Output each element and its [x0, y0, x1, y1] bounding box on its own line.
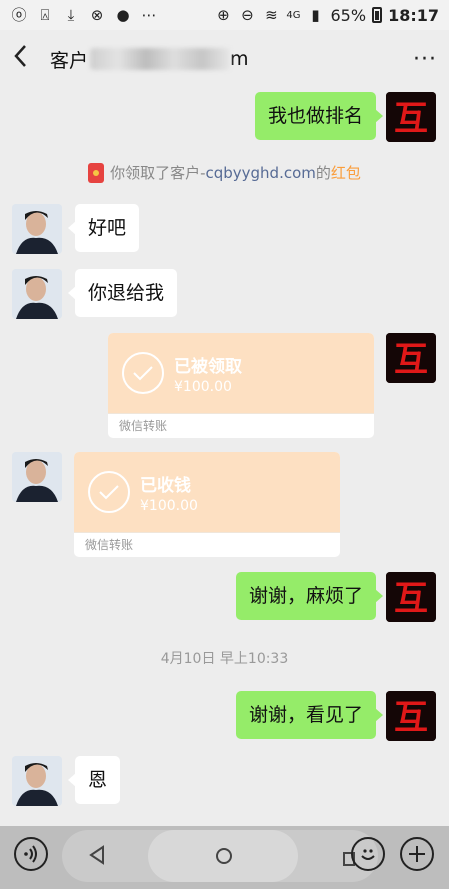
circle-home-icon [216, 848, 232, 864]
person-photo-icon [12, 452, 62, 502]
person-photo-icon [12, 756, 62, 806]
red-packet-icon [88, 162, 105, 183]
triangle-back-icon [89, 845, 104, 865]
voice-input-button[interactable] [14, 837, 48, 871]
timestamp: 4月10日 早上10:33 [160, 651, 289, 667]
contact-avatar[interactable] [12, 269, 62, 319]
self-avatar[interactable]: 互 [386, 572, 436, 622]
svg-text:互: 互 [394, 340, 428, 380]
red-packet-notice: 你领取了客户-cqbyyghd.com 的红包 [0, 162, 449, 183]
redacted-name [90, 48, 231, 70]
svg-text:互: 互 [394, 698, 428, 738]
transfer-amount: ¥100.00 [174, 378, 232, 395]
chat-title: 客户 m [50, 46, 249, 73]
transfer-amount: ¥100.00 [140, 497, 198, 514]
message-bubble-self[interactable]: 谢谢，麻烦了 [235, 572, 384, 620]
network-type: 4G [286, 9, 301, 21]
contact-avatar[interactable] [12, 452, 62, 502]
transfer-footer: 微信转账 [108, 413, 374, 438]
check-icon [122, 352, 164, 394]
nav-back-button[interactable] [88, 845, 106, 870]
self-avatar[interactable]: 互 [386, 691, 436, 741]
person-photo-icon [12, 269, 62, 319]
battery-percent: 65% [330, 5, 367, 25]
weibo-icon: ⓞ [11, 6, 27, 24]
transfer-card-collected[interactable]: 已收钱 ¥100.00 微信转账 [74, 452, 340, 557]
message-bubble-contact[interactable]: 好吧 [67, 204, 140, 252]
self-avatar-glyph: 互 [386, 691, 436, 741]
self-avatar-glyph: 互 [386, 572, 436, 622]
notification-icon: ⍓ [40, 6, 50, 24]
contact-avatar[interactable] [12, 204, 62, 254]
nav-home-button[interactable] [214, 846, 234, 871]
message-bubble-self[interactable]: 我也做排名 [254, 92, 384, 140]
dot-icon: ● [116, 6, 130, 24]
status-bar: ⓞ ⍓ ⤓ ⊗ ● ⋯ ⊕ ⊖ ≋ 4G ▮ 65% 18:17 [0, 0, 449, 30]
chat-title-suffix: m [230, 48, 249, 70]
message-bubble-contact[interactable]: 你退给我 [67, 269, 178, 317]
transfer-card-received[interactable]: 已被领取 ¥100.00 微信转账 [108, 333, 374, 438]
wifi-icon: ≋ [265, 6, 278, 24]
contact-avatar[interactable] [12, 756, 62, 806]
check-icon [88, 471, 130, 513]
notice-prefix: 你领取了客户- [110, 164, 206, 182]
overflow-icon: ⋯ [141, 6, 157, 24]
message-bubble-contact[interactable]: 恩 [67, 756, 121, 804]
smiley-icon [361, 849, 375, 860]
transfer-card-body: 已被领取 ¥100.00 [108, 333, 374, 413]
self-avatar[interactable]: 互 [386, 92, 436, 142]
input-bar [0, 826, 449, 889]
battery-icon [372, 7, 383, 23]
signal-icon: ▮ [311, 6, 320, 24]
emoji-button[interactable] [351, 837, 385, 871]
transfer-status: 已收钱 [140, 475, 191, 496]
notice-link[interactable]: cqbyyghd.com [205, 164, 315, 182]
back-button[interactable] [12, 44, 40, 75]
svg-text:互: 互 [394, 579, 428, 619]
vpn-icon: ⊗ [90, 6, 104, 24]
message-bubble-self[interactable]: 谢谢，看见了 [235, 691, 384, 739]
download-icon: ⤓ [67, 6, 75, 24]
data-saver-icon: ⊕ [217, 6, 230, 24]
more-actions-button[interactable] [400, 837, 434, 871]
transfer-status: 已被领取 [174, 356, 242, 377]
person-photo-icon [12, 204, 62, 254]
self-avatar-glyph: 互 [386, 92, 436, 142]
clock: 18:17 [388, 5, 439, 25]
self-avatar[interactable]: 互 [386, 333, 436, 383]
chat-header: 客户 m ··· [0, 30, 449, 88]
plus-icon [409, 846, 425, 862]
transfer-card-body: 已收钱 ¥100.00 [74, 452, 340, 532]
more-options-button[interactable]: ··· [413, 47, 437, 72]
notice-red-packet-link[interactable]: 红包 [331, 162, 361, 183]
transfer-footer: 微信转账 [74, 532, 340, 557]
voice-icon [24, 845, 37, 863]
dnd-icon: ⊖ [241, 6, 254, 24]
chevron-left-icon [14, 44, 26, 67]
chat-title-prefix: 客户 [50, 49, 89, 72]
notice-middle: 的 [315, 164, 331, 182]
self-avatar-glyph: 互 [386, 333, 436, 383]
svg-text:互: 互 [394, 99, 428, 139]
